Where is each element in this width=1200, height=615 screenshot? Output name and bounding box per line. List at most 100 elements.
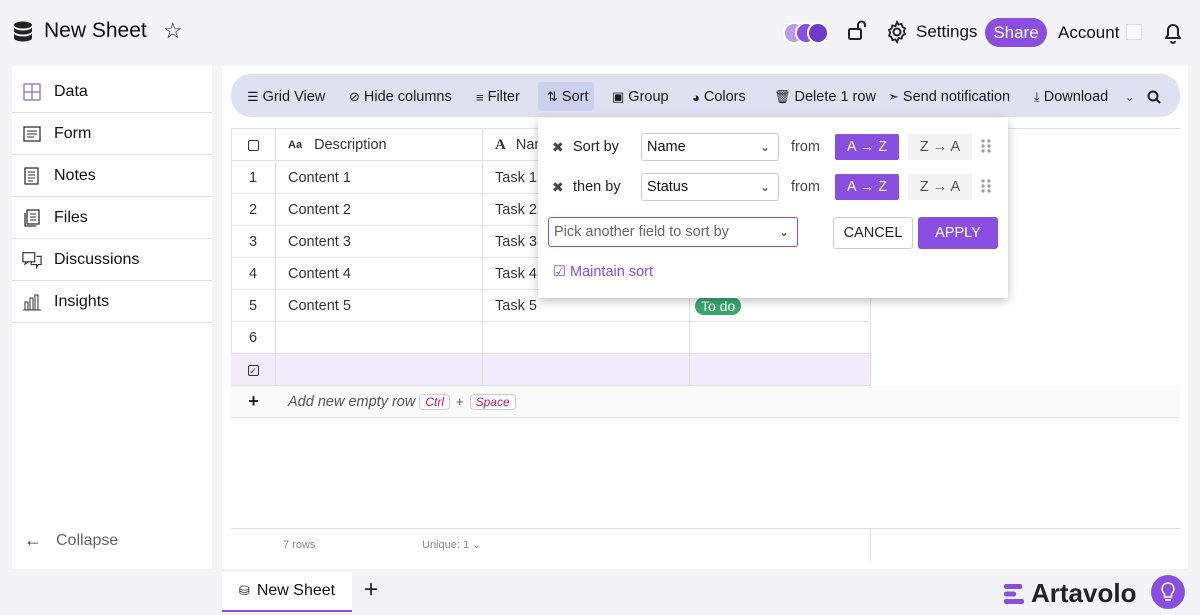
download-label: Download	[1043, 89, 1109, 105]
cell-name[interactable]	[483, 354, 690, 386]
tab-new-sheet[interactable]: ⛁ New Sheet	[222, 572, 352, 612]
logo-icon	[1004, 583, 1024, 604]
sidebar-item-label: Notes	[54, 167, 96, 184]
filter-icon: ≡	[476, 89, 484, 105]
account-label[interactable]: Account	[1058, 23, 1119, 43]
column-header-description[interactable]: Aa Description	[276, 129, 483, 161]
selected-row[interactable]: ✓	[231, 354, 871, 386]
account-avatar[interactable]	[1126, 24, 1142, 40]
text-type-icon: A	[495, 136, 506, 153]
checkbox-checked-icon: ☑	[553, 264, 566, 280]
share-button[interactable]: Share	[985, 18, 1047, 47]
sort-button[interactable]: ⇅ Sort	[547, 88, 589, 106]
send-icon: ➣	[888, 89, 899, 104]
table-row[interactable]: 6	[231, 322, 871, 354]
remove-icon[interactable]: ✖	[552, 139, 564, 156]
grid-footer: 7 rows Unique: 1 ⌄	[231, 528, 1180, 561]
sidebar-item-insights[interactable]: Insights	[12, 282, 212, 323]
avatar[interactable]	[807, 22, 829, 44]
add-row-bar[interactable]: + Add new empty row Ctrl + Space	[231, 386, 1180, 418]
drag-handle-icon[interactable]	[980, 178, 992, 194]
add-tab-button[interactable]: +	[364, 576, 378, 604]
grid-view-button[interactable]: ☰ Grid View	[247, 88, 325, 106]
cell-description[interactable]: Content 4	[276, 258, 483, 290]
settings-label[interactable]: Settings	[916, 22, 977, 42]
grid-view-label: Grid View	[262, 89, 326, 105]
cell-description[interactable]: Content 1	[276, 162, 483, 194]
maintain-sort-checkbox[interactable]: ☑ Maintain sort	[553, 264, 653, 280]
hide-columns-button[interactable]: ⊘ Hide columns	[349, 88, 452, 106]
apply-button[interactable]: APPLY	[918, 217, 998, 249]
search-icon[interactable]	[1147, 90, 1161, 104]
collapse-button[interactable]: ← Collapse	[24, 530, 118, 551]
cell-description[interactable]: Content 2	[276, 194, 483, 226]
sidebar-item-files[interactable]: Files	[12, 198, 212, 239]
chevron-down-icon[interactable]: ⌄	[1125, 88, 1134, 106]
cancel-button[interactable]: CANCEL	[833, 217, 913, 249]
sidebar: Data Form Notes Files Discussions Insigh…	[12, 66, 212, 569]
chevron-down-icon: ⌄	[759, 180, 770, 194]
sort-label: Sort	[561, 89, 589, 105]
colors-button[interactable]: ◕ Colors	[692, 88, 746, 106]
colors-label: Colors	[703, 89, 746, 105]
group-button[interactable]: ▣ Group	[612, 88, 669, 106]
sort-field-select[interactable]: Name ⌄	[641, 133, 779, 161]
shortcut-key: Space	[469, 393, 516, 410]
gear-icon[interactable]	[885, 20, 909, 44]
collapse-label: Collapse	[56, 531, 119, 549]
cell-description[interactable]	[276, 354, 483, 386]
sort-popup: ✖ Sort by Name ⌄ from A → Z Z → A ✖ then …	[538, 118, 1008, 298]
cell-description[interactable]: Content 5	[276, 290, 483, 322]
trash-icon: 🗑︎	[774, 89, 791, 104]
sort-rule-label: Sort by	[573, 139, 619, 155]
cell-description[interactable]	[276, 322, 483, 354]
select-all-checkbox[interactable]	[231, 129, 276, 161]
collaborator-avatars[interactable]	[783, 22, 829, 44]
from-label: from	[791, 179, 820, 195]
chevron-down-icon: ⌄	[759, 140, 770, 154]
download-button[interactable]: ⤓ Download	[1034, 88, 1108, 106]
pick-sort-field-placeholder: Pick another field to sort by	[554, 224, 729, 240]
filter-button[interactable]: ≡ Filter	[476, 88, 520, 106]
cell-status[interactable]	[690, 354, 871, 386]
add-row-label[interactable]: Add new empty row	[288, 394, 415, 410]
sort-desc-button[interactable]: Z → A	[908, 174, 972, 200]
remove-icon[interactable]: ✖	[552, 179, 564, 196]
cell-status[interactable]	[690, 322, 871, 354]
sort-desc-button[interactable]: Z → A	[908, 134, 972, 160]
lightbulb-button[interactable]	[1151, 575, 1185, 609]
sort-rule: ✖ then by Status ⌄ from A → Z Z → A	[538, 172, 1008, 202]
send-notification-button[interactable]: ➣ Send notification	[888, 88, 1010, 106]
sort-field-select[interactable]: Status ⌄	[641, 173, 779, 201]
cell-name[interactable]	[483, 322, 690, 354]
unique-label: Unique: 1	[422, 539, 470, 551]
hide-columns-label: Hide columns	[363, 89, 452, 105]
sort-asc-button[interactable]: A → Z	[835, 174, 899, 200]
row-checkbox[interactable]: ✓	[231, 354, 276, 386]
unlock-icon[interactable]	[846, 20, 868, 42]
from-label: from	[791, 139, 820, 155]
text-type-icon: Aa	[288, 139, 303, 151]
sidebar-item-discussions[interactable]: Discussions	[12, 240, 212, 281]
bell-icon[interactable]	[1162, 21, 1184, 45]
discussions-icon	[22, 250, 42, 270]
sort-icon: ⇅	[547, 89, 558, 104]
page-title[interactable]: New Sheet	[44, 19, 147, 43]
sidebar-item-notes[interactable]: Notes	[12, 156, 212, 197]
grid-icon	[22, 82, 42, 102]
sidebar-item-data[interactable]: Data	[12, 72, 212, 113]
cell-description[interactable]: Content 3	[276, 226, 483, 258]
drag-handle-icon[interactable]	[980, 138, 992, 154]
pick-sort-field-select[interactable]: Pick another field to sort by ⌄	[548, 217, 798, 247]
list-icon: ☰	[247, 89, 259, 104]
unique-summary[interactable]: Unique: 1 ⌄	[422, 538, 481, 551]
database-icon: ⛁	[238, 583, 250, 598]
sidebar-item-form[interactable]: Form	[12, 114, 212, 155]
row-number: 2	[231, 194, 276, 226]
plus-icon[interactable]: +	[231, 391, 276, 412]
star-icon[interactable]: ☆	[163, 18, 183, 44]
delete-row-button[interactable]: 🗑︎ Delete 1 row	[774, 88, 876, 106]
row-number: 5	[231, 290, 276, 322]
brand-name: Artavolo	[1031, 578, 1137, 608]
sort-asc-button[interactable]: A → Z	[835, 134, 899, 160]
